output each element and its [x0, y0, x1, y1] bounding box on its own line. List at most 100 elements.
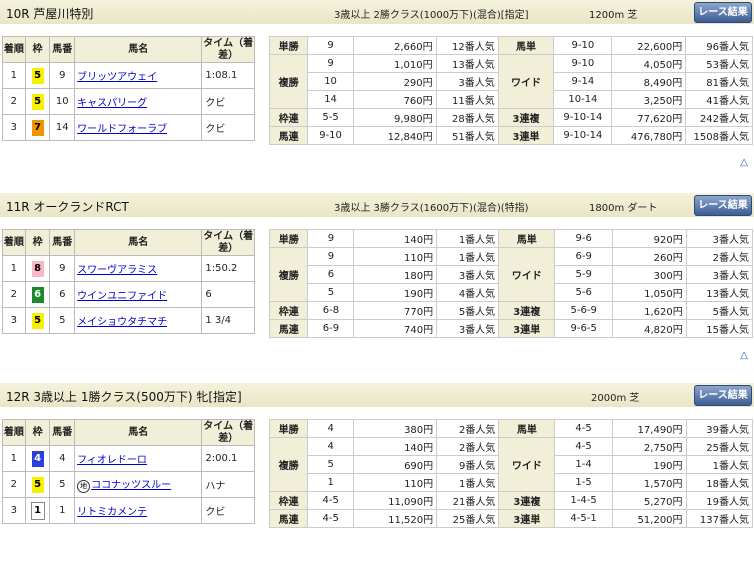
horse-name-link[interactable]: フィオレドーロ	[77, 455, 147, 466]
horse-name-link[interactable]: ブリッツアウェイ	[77, 72, 157, 83]
payout-amount: 4,820円	[612, 319, 687, 338]
bet-combination: 9	[307, 36, 354, 55]
payout-amount: 476,780円	[611, 126, 687, 145]
finish-time: クビ	[201, 88, 255, 115]
table-row: 2 6 6 ウインユニファイド 6	[2, 281, 255, 308]
bet-combination: 9-10	[307, 126, 354, 145]
horse-name-link[interactable]: キャスパリーグ	[77, 98, 147, 109]
popularity-rank: 13番人気	[435, 54, 499, 73]
bet-combination: 5-6-9	[554, 301, 614, 320]
bet-combination: 5-9	[554, 265, 614, 284]
table-row: 1 5 9 ブリッツアウェイ 1:08.1	[2, 62, 255, 89]
horse-name-link[interactable]: ウインユニファイド	[77, 291, 167, 302]
bet-type-label: 複勝	[268, 247, 309, 302]
race-distance: 1800m ダート	[589, 203, 658, 214]
horse-name-cell: スワーヴアラミス	[74, 255, 203, 282]
popularity-rank: 1番人気	[436, 229, 500, 248]
payout-amount: 17,490円	[611, 419, 687, 438]
bet-combination: 9-10	[553, 54, 613, 73]
horse-number: 9	[49, 255, 76, 282]
payout-amount: 110円	[353, 247, 438, 266]
horse-name-link[interactable]: メイショウタチマチ	[77, 317, 167, 328]
results-table: 着順枠馬番 馬名 タイム（着差） 1 8 9 スワーヴアラミス 1:50.2 2 6 6 ウインユニフ…	[2, 229, 255, 334]
results-header-row: 着順枠馬番 馬名 タイム（着差）	[2, 229, 255, 256]
payout-amount: 4,050円	[611, 54, 687, 73]
finish-time: 1:08.1	[201, 62, 255, 89]
table-row: 3 7 14 ワールドフォーラブ クビ	[2, 114, 255, 141]
horse-number: 9	[49, 62, 76, 89]
bet-combination: 1-4	[554, 455, 613, 474]
local-horse-mark: 地	[77, 480, 91, 493]
popularity-rank: 3番人気	[436, 265, 500, 284]
finish-position: 2	[2, 471, 26, 498]
horse-name-cell: メイショウタチマチ	[74, 307, 203, 334]
waku-cell: 6	[24, 281, 51, 308]
bet-combination: 5	[307, 455, 354, 474]
time-col-header: タイム（着差）	[201, 36, 255, 63]
payout-table: 単勝 9 2,660円 12番人気 馬単 9-10 22,600円 96番人気 複勝 9 1,010…	[268, 36, 753, 145]
horse-name-link[interactable]: リトミカメンテ	[77, 507, 147, 518]
bet-combination: 9-10	[553, 36, 613, 55]
finish-time: クビ	[201, 114, 255, 141]
popularity-rank: 3番人気	[685, 265, 754, 284]
results-table: 着順枠馬番 馬名 タイム（着差） 1 5 9 ブリッツアウェイ 1:08.1 2 5 10 キャスパリ…	[2, 36, 255, 141]
race-section: 10R 芦屋川特別 3歳以上 2勝クラス(1000万下)(混合)[指定] 1200m…	[0, 0, 754, 190]
finish-time: ハナ	[201, 471, 255, 498]
bet-type-label: 3連単	[498, 319, 556, 338]
horse-name-cell: ウインユニファイド	[74, 281, 203, 308]
popularity-rank: 1番人気	[685, 455, 754, 474]
race-result-button[interactable]: レース結果	[694, 2, 752, 23]
payout-amount: 51,200円	[611, 509, 687, 528]
horse-name-link[interactable]: スワーヴアラミス	[77, 265, 157, 276]
bet-combination: 1-4-5	[554, 491, 613, 510]
popularity-rank: 21番人気	[436, 491, 500, 510]
race-result-button[interactable]: レース結果	[694, 385, 752, 406]
payout-amount: 77,620円	[611, 108, 687, 127]
bet-combination: 1	[307, 473, 354, 492]
popularity-rank: 15番人気	[685, 319, 754, 338]
waku-badge: 1	[30, 501, 45, 520]
bet-combination: 6-9	[554, 247, 614, 266]
popularity-rank: 3番人気	[436, 319, 500, 338]
popularity-rank: 3番人気	[685, 229, 754, 248]
popularity-rank: 4番人気	[436, 283, 500, 302]
finish-col-header: 着順	[2, 229, 26, 256]
horse-name-cell: ワールドフォーラブ	[74, 114, 203, 141]
popularity-rank: 1番人気	[436, 247, 500, 266]
table-row: 2 5 10 キャスパリーグ クビ	[2, 88, 255, 115]
horse-name-link[interactable]: ココナッツスルー	[91, 480, 171, 491]
bet-type-label: 枠連	[268, 108, 309, 127]
back-to-top-icon[interactable]: △	[740, 350, 748, 361]
horse-name-cell: フィオレドーロ	[74, 445, 203, 472]
bet-type-label: ワイド	[498, 437, 556, 492]
bet-combination: 6-8	[307, 301, 355, 320]
bet-type-label: 複勝	[268, 437, 309, 492]
horse-number: 6	[49, 281, 76, 308]
finish-position: 1	[2, 255, 26, 282]
finish-time: クビ	[201, 497, 255, 524]
bet-type-label: 3連複	[498, 491, 556, 510]
back-to-top-icon[interactable]: △	[740, 157, 748, 168]
results-table: 着順枠馬番 馬名 タイム（着差） 1 4 4 フィオレドーロ 2:00.1 2 5 5 地ココナッツス…	[2, 419, 255, 524]
bet-combination: 4-5	[307, 491, 354, 510]
table-row: 3 1 1 リトミカメンテ クビ	[2, 497, 255, 524]
popularity-rank: 1番人気	[436, 473, 500, 492]
payout-amount: 2,660円	[352, 36, 437, 55]
bet-type-label: 単勝	[268, 419, 309, 438]
popularity-rank: 9番人気	[436, 455, 500, 474]
payout-amount: 140円	[352, 437, 438, 456]
finish-time: 1 3/4	[201, 307, 255, 334]
horse-number: 4	[49, 445, 76, 472]
horse-name-cell: リトミカメンテ	[74, 497, 203, 524]
waku-col-header: 枠	[24, 229, 51, 256]
bet-combination: 9-14	[553, 72, 613, 91]
race-title: 12R 3歳以上 1勝クラス(500万下) 牝[指定]	[6, 390, 242, 404]
bet-combination: 5	[307, 283, 355, 302]
bet-combination: 5-6	[554, 283, 614, 302]
race-result-button[interactable]: レース結果	[694, 195, 752, 216]
bet-type-label: 枠連	[268, 491, 309, 510]
race-section: 11R オークランドRCT 3歳以上 3勝クラス(1600万下)(混合)(特指) 1…	[0, 193, 754, 383]
horse-name-link[interactable]: ワールドフォーラブ	[77, 124, 167, 135]
payout-row: 単勝 4 380円 2番人気 馬単 4-5 17,490円 39番人気	[268, 419, 754, 438]
popularity-rank: 5番人気	[436, 301, 500, 320]
